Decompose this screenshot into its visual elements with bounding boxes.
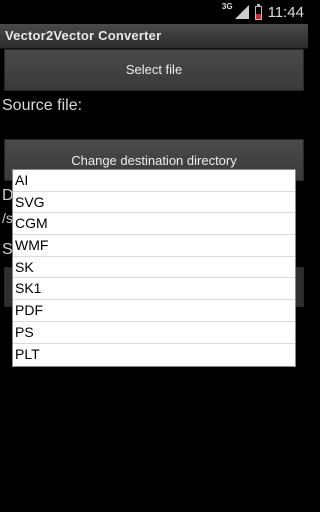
title-bar: Vector2Vector Converter [0, 24, 308, 49]
format-option-ai[interactable]: AI [13, 170, 295, 192]
format-option-wmf[interactable]: WMF [13, 235, 295, 257]
format-option-plt[interactable]: PLT [13, 344, 295, 366]
save-label-partial: S [2, 241, 13, 258]
format-option-svg[interactable]: SVG [13, 192, 295, 214]
format-option-sk[interactable]: SK [13, 257, 295, 279]
format-option-pdf[interactable]: PDF [13, 300, 295, 322]
format-option-sk1[interactable]: SK1 [13, 278, 295, 301]
source-file-label: Source file: [2, 97, 83, 114]
format-dropdown-menu: AI SVG CGM WMF SK SK1 PDF PS PLT [13, 170, 295, 366]
network-type: 3G [221, 1, 233, 11]
format-option-cgm[interactable]: CGM [13, 213, 295, 236]
status-icons: 3G 11:44 [222, 0, 304, 24]
app-title: Vector2Vector Converter [5, 28, 162, 43]
signal-icon [234, 5, 249, 19]
status-bar: 3G 11:44 [0, 0, 308, 24]
destination-path-partial: /s [2, 210, 13, 226]
select-file-button[interactable]: Select file [4, 49, 304, 91]
battery-icon [254, 3, 262, 20]
destination-label-partial: D [2, 187, 14, 204]
format-option-ps[interactable]: PS [13, 322, 295, 344]
clock: 11:44 [267, 3, 304, 21]
